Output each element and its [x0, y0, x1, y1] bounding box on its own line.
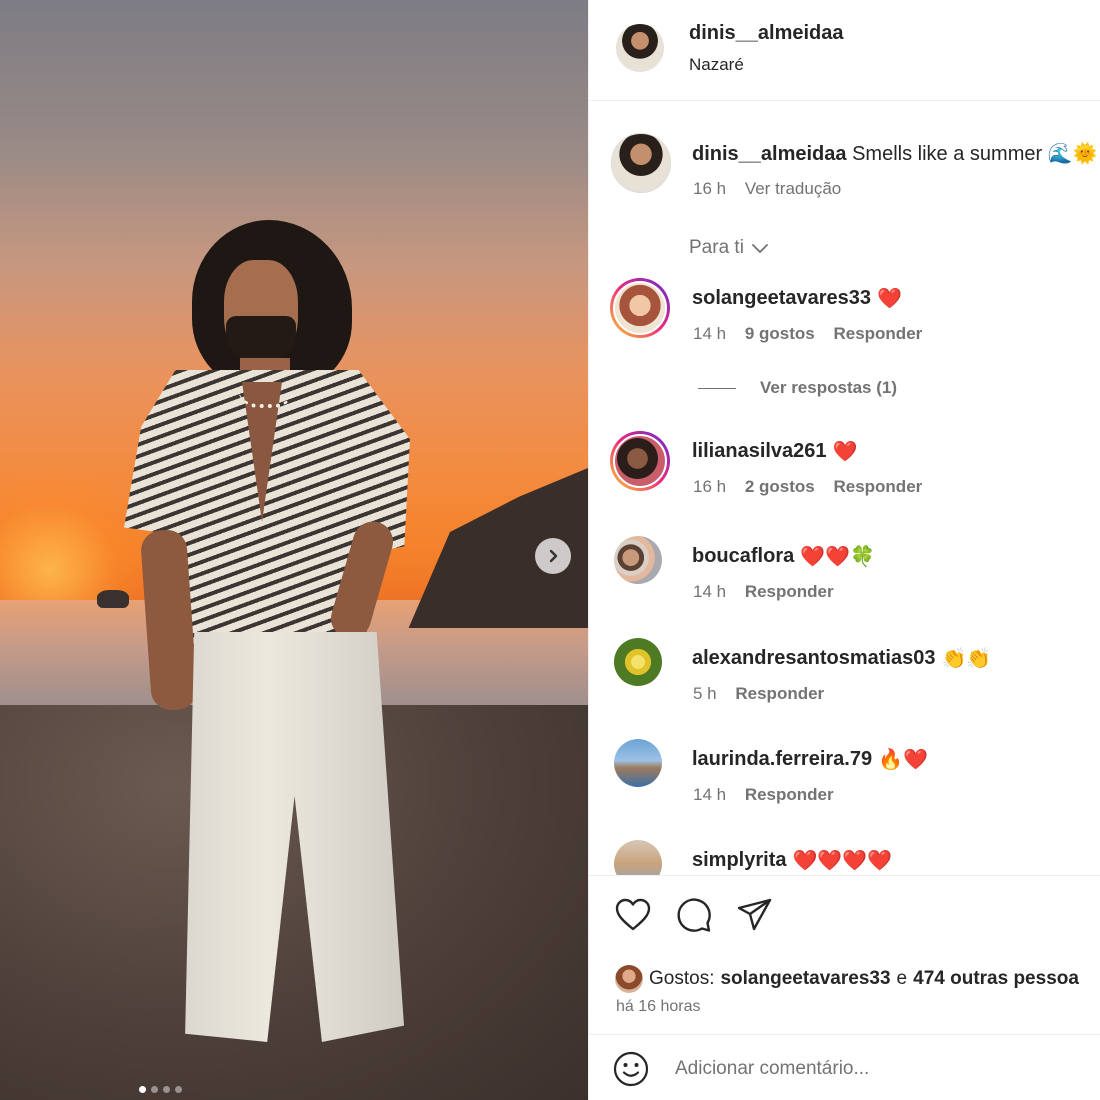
commenter-username[interactable]: boucaflora	[692, 545, 794, 568]
person-figure	[120, 220, 420, 1060]
add-comment-bar	[589, 1034, 1100, 1100]
liker-avatar	[615, 965, 643, 993]
commenter-avatar[interactable]	[614, 840, 662, 875]
post-photo[interactable]	[0, 0, 588, 1100]
carousel-dots	[139, 1086, 182, 1093]
likes-summary[interactable]: Gostos: solangeetavares33 e 474 outras p…	[615, 965, 1079, 993]
see-translation-link[interactable]: Ver tradução	[745, 179, 841, 198]
add-comment-input[interactable]	[675, 1053, 1075, 1085]
carousel-dot	[139, 1086, 146, 1093]
commenter-username[interactable]: laurinda.ferreira.79	[692, 748, 872, 771]
caption-time: 16 h	[693, 179, 727, 198]
comment-text: 🔥❤️	[878, 749, 928, 771]
comment-text: ❤️	[877, 288, 902, 310]
reply-button[interactable]: Responder	[745, 785, 834, 804]
caption-author-avatar[interactable]	[611, 133, 671, 193]
likes-connector: e	[896, 968, 908, 989]
comment-time: 5 h	[693, 684, 717, 703]
commenter-avatar[interactable]	[610, 431, 670, 491]
comment-time: 14 h	[693, 582, 727, 601]
post-actions: Gostos: solangeetavares33 e 474 outras p…	[589, 875, 1100, 1100]
commenter-username[interactable]: lilianasilva261	[692, 440, 827, 463]
commenter-username[interactable]: alexandresantosmatias03	[692, 647, 935, 670]
post-location[interactable]: Nazaré	[689, 55, 744, 75]
reply-button[interactable]: Responder	[745, 582, 834, 601]
comment-sort-dropdown[interactable]: Para ti	[689, 237, 770, 259]
author-username[interactable]: dinis__almeidaa	[689, 22, 844, 45]
commenter-avatar[interactable]	[614, 739, 662, 787]
comment-time: 14 h	[693, 785, 727, 804]
comment-time: 16 h	[693, 477, 727, 496]
liker-username[interactable]: solangeetavares33	[720, 968, 890, 990]
chevron-down-icon	[752, 244, 768, 253]
chevron-right-icon	[549, 549, 558, 563]
commenter-avatar[interactable]	[614, 638, 662, 686]
caption-text: Smells like a summer	[852, 143, 1043, 165]
speech-bubble-icon	[677, 898, 711, 932]
reply-button[interactable]: Responder	[735, 684, 824, 703]
commenter-username[interactable]: solangeetavares33	[692, 287, 871, 310]
view-replies-button[interactable]: Ver respostas (1)	[698, 378, 897, 398]
reply-button[interactable]: Responder	[833, 324, 922, 343]
reply-button[interactable]: Responder	[833, 477, 922, 496]
share-button[interactable]	[737, 898, 773, 937]
comment-likes-count[interactable]: 9 gostos	[745, 324, 815, 343]
author-avatar[interactable]	[616, 24, 664, 72]
likes-others[interactable]: 474 outras pessoa	[913, 968, 1079, 990]
like-button[interactable]	[615, 898, 651, 937]
post-side-panel: dinis__almeidaa Nazaré dinis__almeidaa S…	[588, 0, 1100, 1100]
commenter-username[interactable]: simplyrita	[692, 849, 786, 872]
comment-sort-label: Para ti	[689, 237, 744, 258]
comments-list[interactable]: dinis__almeidaa Smells like a summer 🌊🌞 …	[589, 101, 1100, 875]
emoji-picker-button[interactable]	[613, 1051, 649, 1092]
commenter-avatar[interactable]	[614, 536, 662, 584]
caption-emojis: 🌊🌞	[1047, 143, 1098, 165]
smiley-icon	[613, 1051, 649, 1087]
commenter-avatar[interactable]	[610, 278, 670, 338]
comment-text: ❤️	[832, 441, 858, 463]
comment-text: 👏👏	[941, 648, 992, 670]
comment-text: ❤️❤️🍀	[800, 546, 875, 568]
comment-text: ❤️❤️❤️❤️	[792, 850, 893, 872]
carousel-dot	[151, 1086, 158, 1093]
view-replies-label: Ver respostas (1)	[760, 378, 898, 397]
comment-likes-count[interactable]: 2 gostos	[745, 477, 815, 496]
likes-prefix: Gostos:	[649, 968, 715, 989]
comment-button[interactable]	[676, 897, 712, 938]
comment-time: 14 h	[693, 324, 727, 343]
carousel-dot	[163, 1086, 170, 1093]
caption-username[interactable]: dinis__almeidaa	[692, 143, 847, 165]
carousel-next-button[interactable]	[535, 538, 571, 574]
paper-plane-icon	[737, 898, 772, 931]
post-timestamp: há 16 horas	[616, 998, 701, 1015]
post-header: dinis__almeidaa Nazaré	[589, 0, 1100, 101]
heart-outline-icon	[615, 898, 651, 931]
carousel-dot	[175, 1086, 182, 1093]
